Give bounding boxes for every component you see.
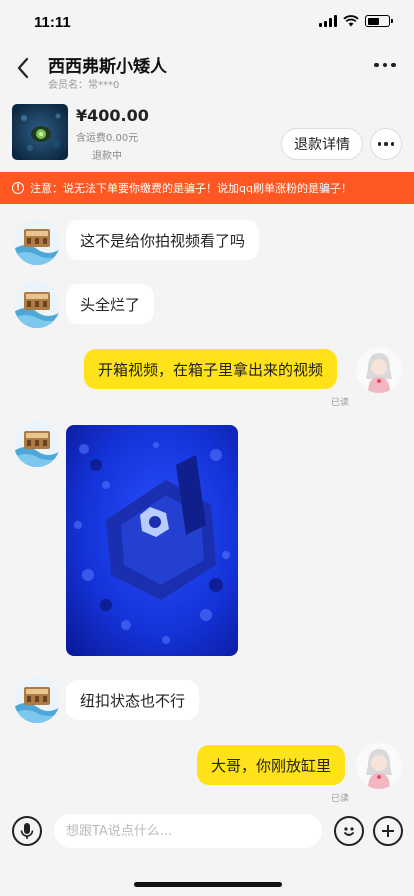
image-message[interactable] — [66, 425, 238, 656]
refund-details-button[interactable]: 退款详情 — [281, 128, 363, 160]
status-bar: 11:11 — [0, 0, 414, 44]
status-icons — [319, 15, 393, 27]
warning-text: 注意：说无法下单要你缴费的是骗子！说加qq刷单涨粉的是骗子！ — [30, 182, 352, 195]
message-input[interactable] — [54, 814, 322, 848]
seller-avatar[interactable] — [14, 677, 60, 723]
chat-partner-name: 西西弗斯小矮人 — [48, 57, 167, 77]
more-options-icon[interactable] — [374, 60, 398, 70]
incoming-message-bubble[interactable]: 这不是给你拍视频看了吗 — [66, 220, 260, 260]
warning-icon: ! — [12, 182, 24, 194]
home-indicator — [134, 882, 282, 887]
order-status: 退款中 — [92, 151, 122, 162]
outgoing-message-bubble[interactable]: 大哥，你刚放缸里 — [197, 745, 346, 785]
shipping-fee: 含运费0.00元 — [76, 133, 139, 144]
battery-icon — [365, 15, 393, 27]
incoming-message-bubble[interactable]: 纽扣状态也不行 — [66, 680, 200, 720]
product-thumbnail[interactable] — [12, 104, 68, 160]
my-avatar[interactable] — [356, 347, 402, 393]
more-actions-button[interactable] — [373, 816, 403, 846]
outgoing-message-bubble[interactable]: 开箱视频，在箱子里拿出来的视频 — [84, 349, 338, 389]
scam-warning-bar: ! 注意：说无法下单要你缴费的是骗子！说加qq刷单涨粉的是骗子！ — [0, 172, 414, 204]
microphone-icon — [20, 823, 34, 839]
message-input-bar — [0, 800, 414, 862]
cellular-signal-icon — [319, 15, 337, 27]
back-arrow-icon[interactable] — [12, 54, 36, 82]
my-avatar[interactable] — [356, 743, 402, 789]
plus-icon — [382, 825, 394, 837]
read-receipt: 已读 — [331, 398, 350, 408]
photo-icon — [66, 425, 238, 656]
status-time: 11:11 — [34, 14, 71, 31]
voice-input-button[interactable] — [12, 816, 42, 846]
incoming-message-bubble[interactable]: 头全烂了 — [66, 284, 155, 324]
seller-avatar[interactable] — [14, 421, 60, 467]
member-name-line: 会员名：常***0 — [48, 80, 120, 91]
wifi-icon — [343, 15, 359, 27]
seller-avatar[interactable] — [14, 282, 60, 328]
product-price: ¥400.00 — [76, 106, 149, 125]
card-more-icon[interactable] — [370, 128, 402, 160]
chat-header: 西西弗斯小矮人 会员名：常***0 — [0, 44, 414, 94]
battery-fill — [367, 17, 379, 25]
seller-avatar[interactable] — [14, 219, 60, 265]
smiley-icon — [344, 827, 354, 836]
emoji-button[interactable] — [334, 816, 364, 846]
